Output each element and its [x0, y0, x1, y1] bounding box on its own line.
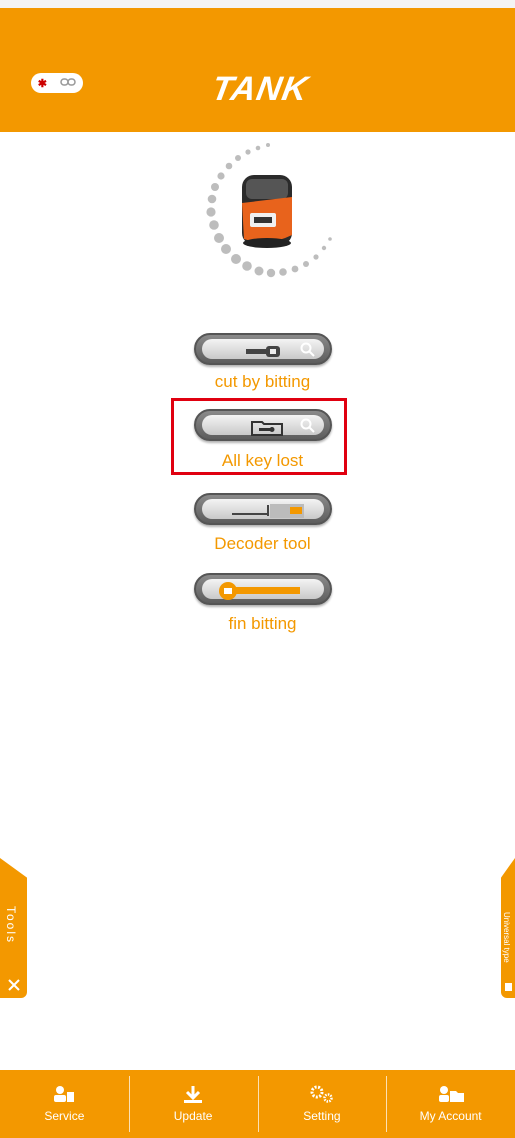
nav-my-account[interactable]: My Account [386, 1070, 515, 1138]
search-icon [300, 342, 315, 357]
universal-type-icon [505, 983, 512, 991]
tools-side-tab[interactable]: Tools [0, 858, 27, 998]
link-icon [60, 77, 77, 90]
machine-status [180, 135, 350, 300]
bottom-navigation: Service Update Setting My Account [0, 1070, 515, 1138]
cut-by-bitting-label[interactable]: cut by bitting [150, 372, 375, 392]
decoder-icon [232, 504, 304, 518]
cut-by-bitting-button[interactable] [194, 333, 332, 365]
nav-my-account-label: My Account [419, 1109, 482, 1123]
nav-setting[interactable]: Setting [257, 1070, 387, 1138]
universal-type-tab-label: Universal type [502, 912, 511, 963]
tools-tab-label: Tools [4, 906, 18, 945]
selection-highlight [171, 398, 347, 475]
tools-icon [8, 979, 20, 991]
key-cutting-machine-icon [242, 175, 292, 248]
nav-update[interactable]: Update [128, 1070, 258, 1138]
tank-logo: TANK [208, 70, 312, 108]
universal-type-side-tab[interactable]: Universal type [501, 858, 515, 998]
orange-key-icon [219, 582, 300, 600]
app-header: ✱ TANK [0, 8, 515, 132]
connection-status[interactable]: ✱ [31, 73, 83, 93]
download-icon [184, 1086, 203, 1103]
fin-bitting-button[interactable] [194, 573, 332, 605]
nav-update-label: Update [173, 1109, 213, 1123]
loading-dots-icon [206, 143, 332, 278]
decoder-tool-button[interactable] [194, 493, 332, 525]
gears-icon [310, 1085, 333, 1103]
nav-service-label: Service [44, 1109, 85, 1123]
nav-setting-label: Setting [303, 1109, 341, 1123]
fin-bitting-label[interactable]: fin bitting [150, 614, 375, 634]
decoder-tool-label[interactable]: Decoder tool [150, 534, 375, 554]
key-icon [246, 346, 280, 357]
status-strip [0, 0, 515, 8]
account-folder-icon [438, 1086, 464, 1102]
service-icon [54, 1086, 75, 1102]
nav-service[interactable]: Service [0, 1070, 129, 1138]
bluetooth-icon: ✱ [37, 77, 47, 90]
